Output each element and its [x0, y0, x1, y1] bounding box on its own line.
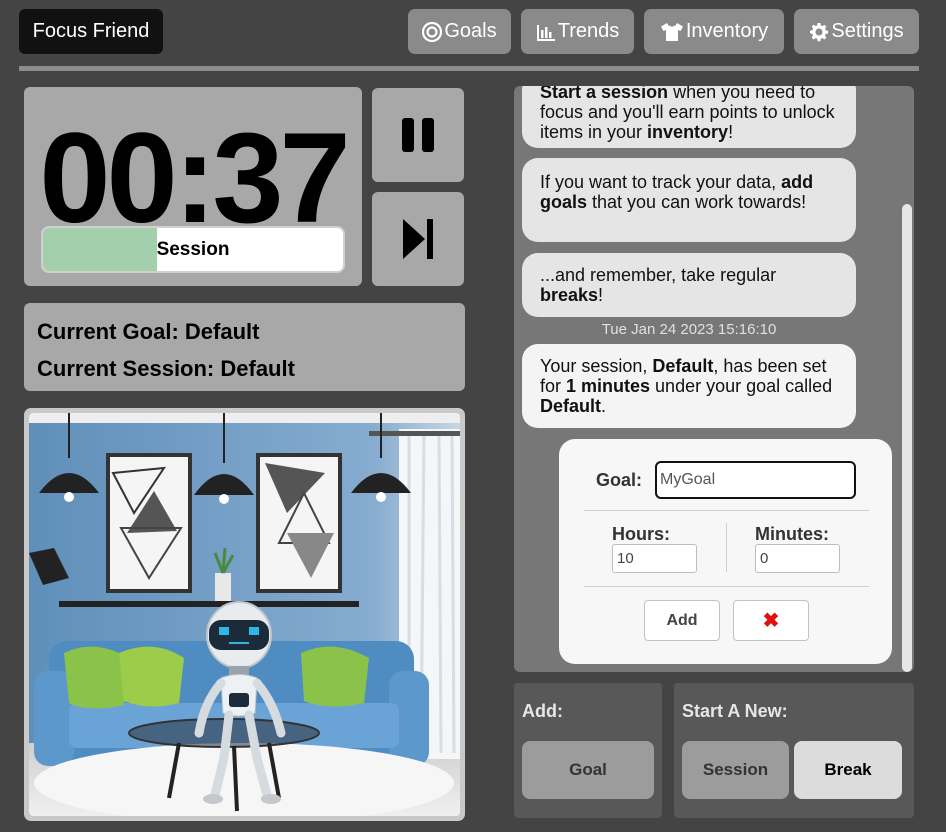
- current-info-panel: Current Goal: Default Current Session: D…: [24, 303, 465, 391]
- tshirt-icon: [660, 22, 683, 41]
- add-goal-submit-button[interactable]: Add: [644, 600, 720, 641]
- nav-trends-button[interactable]: Trends: [521, 9, 634, 54]
- nav-inventory-button[interactable]: Inventory: [644, 9, 784, 54]
- skip-button[interactable]: [372, 192, 464, 286]
- nav-goals-label: Goals: [444, 20, 497, 42]
- start-new-panel: Start A New: Session Break: [674, 683, 914, 818]
- skip-next-icon: [403, 219, 433, 259]
- current-goal-text: Current Goal: Default: [37, 319, 260, 344]
- nav-settings-label: Settings: [831, 20, 904, 42]
- chat-message-text: !: [728, 122, 734, 142]
- chat-message-text: .: [601, 396, 607, 416]
- session-progress-label: Session: [156, 238, 230, 260]
- chat-message-text: If you want to track your data,: [540, 172, 782, 192]
- nav-goals-button[interactable]: Goals: [408, 9, 511, 54]
- add-panel-title: Add:: [522, 701, 563, 721]
- current-session-text: Current Session: Default: [37, 356, 295, 381]
- header-divider: [19, 66, 919, 71]
- chat-scrollbar[interactable]: [902, 204, 912, 672]
- goal-label: Goal:: [596, 470, 643, 490]
- nav-trends-label: Trends: [557, 20, 620, 42]
- target-icon: [422, 21, 443, 42]
- add-panel: Add: Goal: [514, 683, 662, 818]
- form-divider: [584, 586, 869, 587]
- chat-message: If you want to track your data, add goal…: [522, 158, 856, 242]
- minutes-label: Minutes:: [755, 524, 829, 544]
- goal-name-input[interactable]: MyGoal: [655, 461, 856, 499]
- start-break-button[interactable]: Break: [794, 741, 902, 799]
- chat-panel[interactable]: Start a session when you need to focus a…: [514, 86, 914, 672]
- start-panel-title: Start A New:: [682, 701, 788, 721]
- chat-message-text: under your goal called: [650, 376, 833, 396]
- chat-message-text: 1 minutes: [566, 376, 651, 396]
- gear-icon: [810, 22, 829, 41]
- start-session-button[interactable]: Session: [682, 741, 789, 799]
- chat-message-text: inventory: [647, 122, 729, 142]
- chat-message-text: ...and remember, take regular: [540, 265, 777, 285]
- robot-room-scene: [29, 413, 460, 816]
- chat-message-text: !: [598, 285, 604, 305]
- add-goal-button[interactable]: Goal: [522, 741, 654, 799]
- chat-message-text: that you can work towards!: [587, 192, 807, 212]
- chat-message-text: Start a session: [540, 86, 669, 102]
- nav-settings-button[interactable]: Settings: [794, 9, 919, 54]
- chat-message: ...and remember, take regular breaks!: [522, 253, 856, 317]
- nav-inventory-label: Inventory: [685, 20, 769, 42]
- chat-message: Your session, Default, has been set for …: [522, 344, 856, 428]
- chat-message-text: breaks: [540, 285, 599, 305]
- chat-message-text: Default: [540, 396, 602, 416]
- chat-message-text: Your session,: [540, 356, 653, 376]
- pause-icon: [402, 118, 434, 152]
- form-vertical-divider: [726, 523, 727, 572]
- app-title[interactable]: Focus Friend: [19, 9, 163, 54]
- minutes-input[interactable]: 0: [755, 544, 840, 573]
- bar-chart-icon: [536, 24, 555, 41]
- hours-label: Hours:: [612, 524, 670, 544]
- chat-message-text: Default: [652, 356, 714, 376]
- robot-scene-frame: [24, 408, 465, 821]
- pause-button[interactable]: [372, 88, 464, 182]
- add-goal-form: Goal: MyGoal Hours: 10 Minutes: 0 Add ✖: [559, 439, 892, 664]
- timer-panel: 00:37 Session: [24, 87, 362, 286]
- chat-message: Start a session when you need to focus a…: [522, 86, 856, 148]
- session-progress-bar: Session: [41, 226, 345, 273]
- form-divider: [584, 510, 869, 511]
- chat-timestamp: Tue Jan 24 2023 15:16:10: [601, 321, 777, 338]
- hours-input[interactable]: 10: [612, 544, 697, 573]
- close-form-button[interactable]: ✖: [733, 600, 809, 641]
